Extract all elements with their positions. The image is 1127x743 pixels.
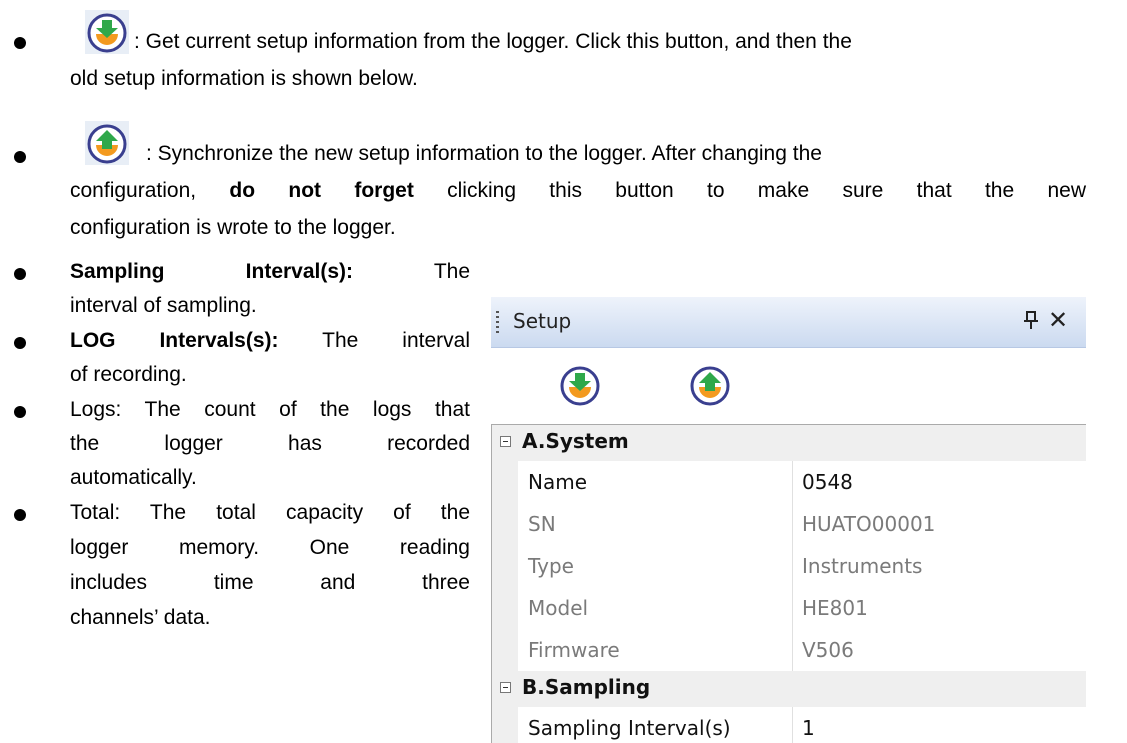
- sync-desc-line2-pre: configuration,: [70, 179, 197, 202]
- sync-desc-line1: : Synchronize the new setup information …: [146, 142, 822, 165]
- sync-desc-emphasis: do not forget: [229, 179, 414, 202]
- sync-desc-line3: configuration is wrote to the logger.: [70, 216, 396, 239]
- download-icon: [85, 10, 129, 54]
- property-value: HUATO00001: [802, 512, 936, 536]
- total-desc-line3: includes time and three: [70, 571, 470, 594]
- sampling-desc-line1: Sampling Interval(s): The: [70, 258, 470, 286]
- collapse-icon[interactable]: [500, 682, 511, 693]
- collapse-icon[interactable]: [500, 436, 511, 447]
- total-desc-line1: Total: The total capacity of the: [70, 501, 470, 524]
- category-label: B.Sampling: [522, 675, 651, 699]
- sync-desc-line2-post: clicking this button to make sure that t…: [447, 179, 1086, 202]
- download-icon[interactable]: [558, 363, 602, 407]
- close-icon[interactable]: ✕: [1048, 306, 1068, 334]
- category-sampling[interactable]: B.Sampling: [492, 671, 1086, 707]
- sampling-desc-line2: interval of sampling.: [70, 294, 257, 317]
- sampling-term: Sampling Interval(s):: [70, 260, 354, 283]
- property-row[interactable]: Name 0548: [492, 461, 1086, 504]
- property-row[interactable]: Sampling Interval(s) 1: [492, 707, 1086, 743]
- panel-header: Setup ✕: [491, 297, 1086, 348]
- bullet-dot: [14, 509, 26, 521]
- property-value: V506: [802, 638, 854, 662]
- logs-desc-line2: the logger has recorded: [70, 432, 470, 455]
- panel-toolbar: [491, 348, 1086, 424]
- total-desc-line4: channels’ data.: [70, 606, 211, 629]
- property-name: Type: [528, 554, 574, 578]
- property-value: HE801: [802, 596, 868, 620]
- log-term: LOG Intervals(s):: [70, 329, 279, 352]
- property-name: Name: [528, 470, 588, 494]
- logs-desc-line1: Logs: The count of the logs that: [70, 398, 470, 421]
- log-desc-line2: of recording.: [70, 363, 187, 386]
- property-row[interactable]: Model HE801: [492, 587, 1086, 630]
- property-name: SN: [528, 512, 556, 536]
- property-row[interactable]: Firmware V506: [492, 629, 1086, 672]
- sync-desc-line2: configuration, do not forget clicking th…: [70, 177, 1086, 205]
- category-label: A.System: [522, 429, 629, 453]
- property-grid: A.System Name 0548 SN HUATO00001 Type In…: [491, 424, 1086, 743]
- property-name: Model: [528, 596, 589, 620]
- total-desc-line2: logger memory. One reading: [70, 536, 470, 559]
- bullet-dot: [14, 337, 26, 349]
- property-row[interactable]: Type Instruments: [492, 545, 1086, 588]
- property-name: Firmware: [528, 638, 620, 662]
- property-name: Sampling Interval(s): [528, 716, 731, 740]
- bullet-dot: [14, 151, 26, 163]
- pin-icon[interactable]: [1023, 309, 1039, 331]
- category-system[interactable]: A.System: [492, 425, 1086, 461]
- property-value[interactable]: 1: [802, 716, 815, 740]
- upload-icon: [85, 121, 129, 165]
- drag-grip-icon[interactable]: [496, 311, 499, 333]
- bullet-dot: [14, 406, 26, 418]
- property-value: Instruments: [802, 554, 923, 578]
- logs-desc-line3: automatically.: [70, 466, 197, 489]
- setup-panel: Setup ✕ A.System Name 0548 SN HUATO00001…: [491, 297, 1086, 743]
- property-value[interactable]: 0548: [802, 470, 853, 494]
- log-after: The interval: [322, 329, 470, 352]
- bullet-dot: [14, 268, 26, 280]
- bullet-dot: [14, 37, 26, 49]
- panel-title: Setup: [513, 309, 572, 333]
- get-setup-desc-line1: : Get current setup information from the…: [134, 30, 852, 53]
- upload-icon[interactable]: [688, 363, 732, 407]
- property-row[interactable]: SN HUATO00001: [492, 503, 1086, 546]
- log-desc-line1: LOG Intervals(s): The interval: [70, 327, 470, 355]
- get-setup-desc-line2: old setup information is shown below.: [70, 67, 418, 90]
- sampling-after: The: [433, 260, 470, 283]
